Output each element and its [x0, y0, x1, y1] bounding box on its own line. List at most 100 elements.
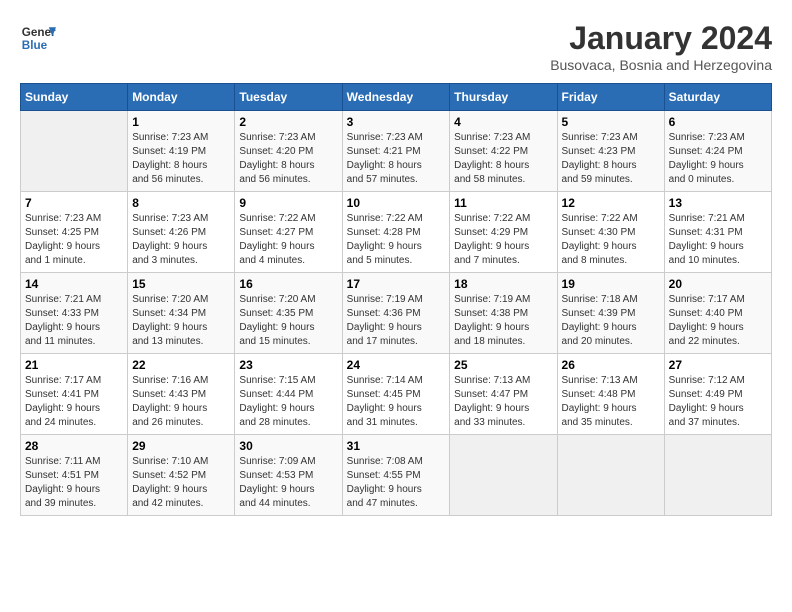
day-number: 26 — [562, 358, 660, 372]
day-info: Sunrise: 7:23 AM Sunset: 4:24 PM Dayligh… — [669, 131, 767, 187]
day-info: Sunrise: 7:23 AM Sunset: 4:23 PM Dayligh… — [562, 131, 660, 187]
header-day-sunday: Sunday — [21, 84, 128, 111]
day-info: Sunrise: 7:20 AM Sunset: 4:34 PM Dayligh… — [132, 293, 230, 349]
day-number: 10 — [347, 196, 446, 210]
calendar-cell: 27 Sunrise: 7:12 AM Sunset: 4:49 PM Dayli… — [664, 354, 771, 435]
calendar-cell: 29 Sunrise: 7:10 AM Sunset: 4:52 PM Dayli… — [128, 435, 235, 516]
calendar-cell: 30 Sunrise: 7:09 AM Sunset: 4:53 PM Dayli… — [235, 435, 342, 516]
day-number: 28 — [25, 439, 123, 453]
header-day-wednesday: Wednesday — [342, 84, 450, 111]
svg-text:Blue: Blue — [22, 39, 48, 52]
day-number: 5 — [562, 115, 660, 129]
calendar-cell — [450, 435, 557, 516]
calendar-week-4: 28 Sunrise: 7:11 AM Sunset: 4:51 PM Dayli… — [21, 435, 772, 516]
calendar-cell: 10Sunrise: 7:22 AM Sunset: 4:28 PM Dayli… — [342, 192, 450, 273]
day-number: 18 — [454, 277, 552, 291]
calendar-cell: 20Sunrise: 7:17 AM Sunset: 4:40 PM Dayli… — [664, 273, 771, 354]
day-number: 19 — [562, 277, 660, 291]
logo-icon: General Blue — [20, 20, 56, 56]
calendar-cell: 7 Sunrise: 7:23 AM Sunset: 4:25 PM Daylig… — [21, 192, 128, 273]
day-number: 3 — [347, 115, 446, 129]
calendar-cell: 6 Sunrise: 7:23 AM Sunset: 4:24 PM Daylig… — [664, 111, 771, 192]
calendar-cell: 18 Sunrise: 7:19 AM Sunset: 4:38 PM Dayli… — [450, 273, 557, 354]
day-number: 6 — [669, 115, 767, 129]
location-subtitle: Busovaca, Bosnia and Herzegovina — [550, 57, 772, 73]
day-number: 24 — [347, 358, 446, 372]
day-number: 4 — [454, 115, 552, 129]
day-info: Sunrise: 7:18 AM Sunset: 4:39 PM Dayligh… — [562, 293, 660, 349]
day-number: 25 — [454, 358, 552, 372]
day-info: Sunrise: 7:21 AM Sunset: 4:31 PM Dayligh… — [669, 212, 767, 268]
day-number: 12 — [562, 196, 660, 210]
calendar-cell: 17 Sunrise: 7:19 AM Sunset: 4:36 PM Dayli… — [342, 273, 450, 354]
day-number: 16 — [239, 277, 337, 291]
calendar-cell: 8Sunrise: 7:23 AM Sunset: 4:26 PM Daylig… — [128, 192, 235, 273]
calendar-cell: 21Sunrise: 7:17 AM Sunset: 4:41 PM Dayli… — [21, 354, 128, 435]
header-day-thursday: Thursday — [450, 84, 557, 111]
calendar-cell: 19 Sunrise: 7:18 AM Sunset: 4:39 PM Dayli… — [557, 273, 664, 354]
day-info: Sunrise: 7:13 AM Sunset: 4:48 PM Dayligh… — [562, 374, 660, 430]
month-title: January 2024 — [550, 20, 772, 57]
header-row: SundayMondayTuesdayWednesdayThursdayFrid… — [21, 84, 772, 111]
title-block: January 2024 Busovaca, Bosnia and Herzeg… — [550, 20, 772, 73]
calendar-cell: 11 Sunrise: 7:22 AM Sunset: 4:29 PM Dayli… — [450, 192, 557, 273]
day-info: Sunrise: 7:15 AM Sunset: 4:44 PM Dayligh… — [239, 374, 337, 430]
calendar-cell: 9 Sunrise: 7:22 AM Sunset: 4:27 PM Daylig… — [235, 192, 342, 273]
day-info: Sunrise: 7:22 AM Sunset: 4:27 PM Dayligh… — [239, 212, 337, 268]
calendar-week-1: 7 Sunrise: 7:23 AM Sunset: 4:25 PM Daylig… — [21, 192, 772, 273]
day-number: 13 — [669, 196, 767, 210]
day-number: 23 — [239, 358, 337, 372]
day-info: Sunrise: 7:23 AM Sunset: 4:20 PM Dayligh… — [239, 131, 337, 187]
day-info: Sunrise: 7:12 AM Sunset: 4:49 PM Dayligh… — [669, 374, 767, 430]
day-info: Sunrise: 7:08 AM Sunset: 4:55 PM Dayligh… — [347, 455, 446, 511]
header-day-saturday: Saturday — [664, 84, 771, 111]
calendar-cell — [664, 435, 771, 516]
day-number: 1 — [132, 115, 230, 129]
day-number: 15 — [132, 277, 230, 291]
calendar-cell — [557, 435, 664, 516]
day-info: Sunrise: 7:23 AM Sunset: 4:25 PM Dayligh… — [25, 212, 123, 268]
day-number: 11 — [454, 196, 552, 210]
calendar-cell: 23 Sunrise: 7:15 AM Sunset: 4:44 PM Dayli… — [235, 354, 342, 435]
calendar-table: SundayMondayTuesdayWednesdayThursdayFrid… — [20, 83, 772, 516]
day-info: Sunrise: 7:11 AM Sunset: 4:51 PM Dayligh… — [25, 455, 123, 511]
day-number: 9 — [239, 196, 337, 210]
calendar-cell: 12 Sunrise: 7:22 AM Sunset: 4:30 PM Dayli… — [557, 192, 664, 273]
calendar-cell: 25Sunrise: 7:13 AM Sunset: 4:47 PM Dayli… — [450, 354, 557, 435]
day-info: Sunrise: 7:23 AM Sunset: 4:21 PM Dayligh… — [347, 131, 446, 187]
day-info: Sunrise: 7:09 AM Sunset: 4:53 PM Dayligh… — [239, 455, 337, 511]
day-number: 30 — [239, 439, 337, 453]
day-info: Sunrise: 7:10 AM Sunset: 4:52 PM Dayligh… — [132, 455, 230, 511]
day-number: 31 — [347, 439, 446, 453]
day-number: 22 — [132, 358, 230, 372]
day-info: Sunrise: 7:16 AM Sunset: 4:43 PM Dayligh… — [132, 374, 230, 430]
day-info: Sunrise: 7:22 AM Sunset: 4:29 PM Dayligh… — [454, 212, 552, 268]
calendar-cell: 31 Sunrise: 7:08 AM Sunset: 4:55 PM Dayli… — [342, 435, 450, 516]
day-info: Sunrise: 7:17 AM Sunset: 4:41 PM Dayligh… — [25, 374, 123, 430]
calendar-cell: 14Sunrise: 7:21 AM Sunset: 4:33 PM Dayli… — [21, 273, 128, 354]
calendar-cell: 24 Sunrise: 7:14 AM Sunset: 4:45 PM Dayli… — [342, 354, 450, 435]
day-info: Sunrise: 7:22 AM Sunset: 4:30 PM Dayligh… — [562, 212, 660, 268]
calendar-cell: 28 Sunrise: 7:11 AM Sunset: 4:51 PM Dayli… — [21, 435, 128, 516]
calendar-cell: 26 Sunrise: 7:13 AM Sunset: 4:48 PM Dayli… — [557, 354, 664, 435]
day-info: Sunrise: 7:21 AM Sunset: 4:33 PM Dayligh… — [25, 293, 123, 349]
calendar-week-0: 1 Sunrise: 7:23 AM Sunset: 4:19 PM Daylig… — [21, 111, 772, 192]
day-number: 29 — [132, 439, 230, 453]
header-day-monday: Monday — [128, 84, 235, 111]
day-number: 27 — [669, 358, 767, 372]
day-number: 7 — [25, 196, 123, 210]
day-info: Sunrise: 7:23 AM Sunset: 4:19 PM Dayligh… — [132, 131, 230, 187]
day-number: 2 — [239, 115, 337, 129]
day-number: 17 — [347, 277, 446, 291]
day-info: Sunrise: 7:19 AM Sunset: 4:36 PM Dayligh… — [347, 293, 446, 349]
day-info: Sunrise: 7:19 AM Sunset: 4:38 PM Dayligh… — [454, 293, 552, 349]
calendar-cell: 2 Sunrise: 7:23 AM Sunset: 4:20 PM Daylig… — [235, 111, 342, 192]
header-day-tuesday: Tuesday — [235, 84, 342, 111]
calendar-cell: 3 Sunrise: 7:23 AM Sunset: 4:21 PM Daylig… — [342, 111, 450, 192]
day-info: Sunrise: 7:14 AM Sunset: 4:45 PM Dayligh… — [347, 374, 446, 430]
day-info: Sunrise: 7:20 AM Sunset: 4:35 PM Dayligh… — [239, 293, 337, 349]
day-info: Sunrise: 7:23 AM Sunset: 4:26 PM Dayligh… — [132, 212, 230, 268]
calendar-week-2: 14Sunrise: 7:21 AM Sunset: 4:33 PM Dayli… — [21, 273, 772, 354]
calendar-cell — [21, 111, 128, 192]
calendar-cell: 4Sunrise: 7:23 AM Sunset: 4:22 PM Daylig… — [450, 111, 557, 192]
